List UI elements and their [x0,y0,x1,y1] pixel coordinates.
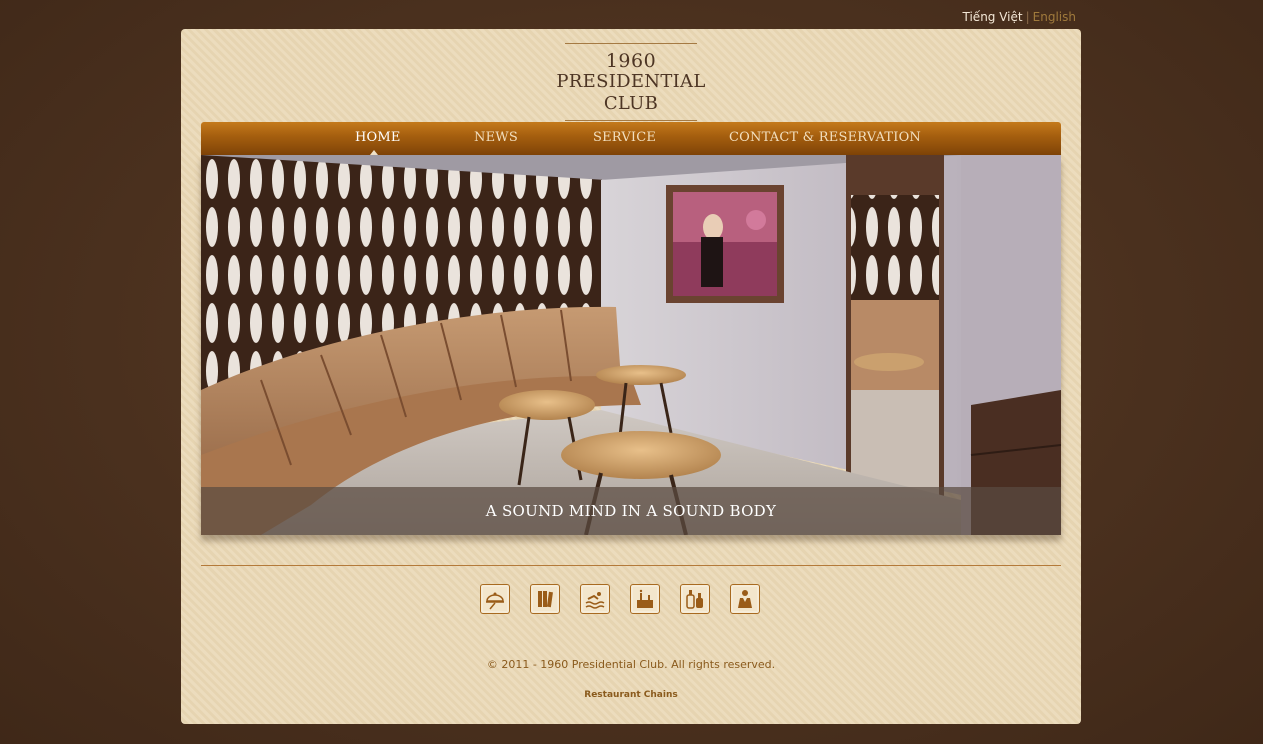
waiter-tray-icon[interactable] [480,584,510,614]
butler-icon[interactable] [730,584,760,614]
language-english-link[interactable]: English [1033,10,1076,24]
language-switch: Tiếng Việt | English [963,10,1076,24]
nav-item-home[interactable]: HOME [355,130,401,145]
content-divider [201,565,1061,566]
logo-year: 1960 [605,50,657,72]
language-separator: | [1025,10,1030,24]
main-navigation: HOME NEWS SERVICE CONTACT & RESERVATION [201,122,1061,155]
nav-item-contact-reservation[interactable]: CONTACT & RESERVATION [729,130,921,145]
hero-caption: A SOUND MIND IN A SOUND BODY [201,487,1061,535]
hero-slideshow[interactable]: A SOUND MIND IN A SOUND BODY [201,155,1061,535]
logo-name: PRESIDENTIAL CLUB [556,71,706,114]
nav-item-news[interactable]: NEWS [474,130,518,145]
site-logo[interactable]: 1960 PRESIDENTIAL CLUB [529,43,733,121]
logo-top-rule [565,43,697,44]
language-vietnamese-link[interactable]: Tiếng Việt [963,10,1023,24]
hero-lounge-image [201,155,1061,535]
main-panel: 1960 PRESIDENTIAL CLUB HOME NEWS SERVICE… [181,29,1081,724]
wine-bottles-icon[interactable] [680,584,710,614]
cake-candles-icon[interactable] [630,584,660,614]
nav-item-service[interactable]: SERVICE [593,130,656,145]
swimming-pool-icon[interactable] [580,584,610,614]
logo-bottom-rule [565,120,697,121]
library-books-icon[interactable] [530,584,560,614]
footer-restaurant-chains-link[interactable]: Restaurant Chains [181,690,1081,700]
footer-copyright: © 2011 - 1960 Presidential Club. All rig… [486,658,776,671]
